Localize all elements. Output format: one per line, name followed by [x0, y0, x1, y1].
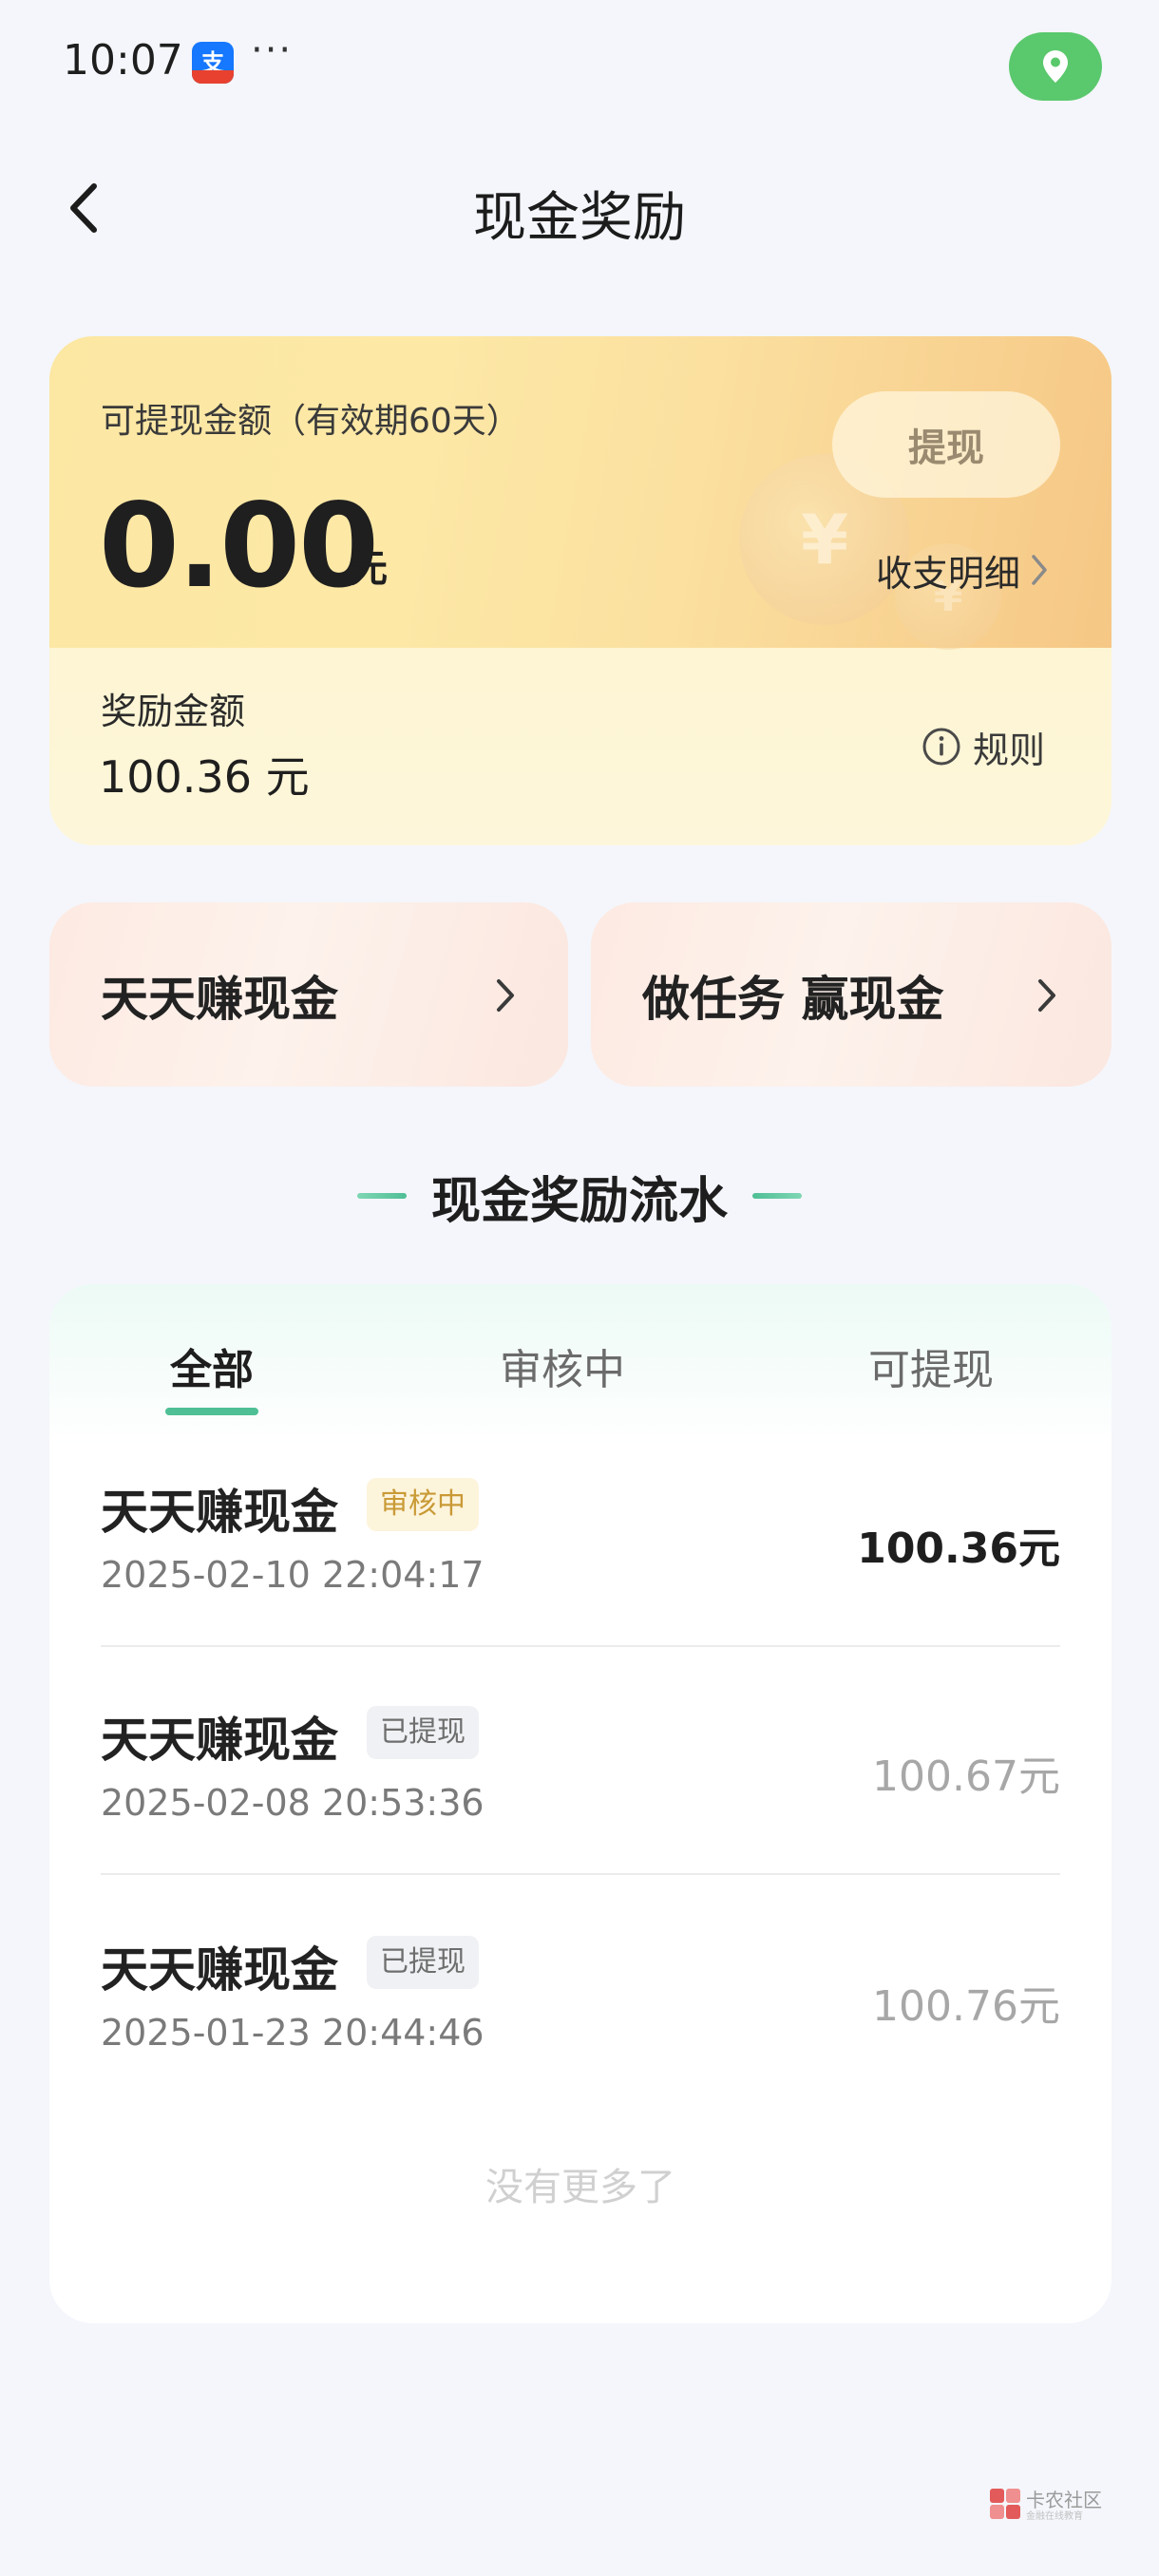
no-more-text: 没有更多了 — [485, 2166, 675, 2209]
amount-unit: 元 — [350, 547, 388, 591]
record-time: 2025-01-23 20:44:46 — [101, 2012, 484, 2054]
watermark-subtext: 金融在线教育 — [1026, 2511, 1083, 2522]
flow-record-row[interactable]: 天天赚现金 已提现 2025-02-08 20:53:36 100.67元 — [101, 1702, 1060, 1930]
record-amount: 100.36元 — [857, 1525, 1060, 1573]
detail-link-label: 收支明细 — [876, 552, 1021, 595]
status-badge: 已提现 — [367, 1706, 479, 1759]
income-expense-detail-link[interactable]: 收支明细 — [876, 541, 1049, 598]
location-pin-icon[interactable] — [1009, 32, 1102, 101]
record-amount: 100.67元 — [872, 1752, 1060, 1801]
chevron-right-icon — [1028, 969, 1066, 1022]
chevron-right-icon — [1032, 555, 1047, 585]
flow-record-row[interactable]: 天天赚现金 审核中 2025-02-10 22:04:17 100.36元 — [101, 1474, 1060, 1702]
flow-record-row[interactable]: 天天赚现金 已提现 2025-01-23 20:44:46 100.76元 — [101, 1932, 1060, 2160]
reward-amount-label: 奖励金额 — [101, 691, 246, 732]
entry-label: 天天赚现金 — [101, 972, 338, 1027]
info-icon — [922, 728, 960, 766]
withdraw-button[interactable]: 提现 — [832, 391, 1060, 498]
row-divider — [101, 1873, 1060, 1875]
section-title: 现金奖励流水 — [430, 1172, 728, 1230]
status-time: 10:07 — [63, 36, 183, 85]
status-badge: 已提现 — [367, 1936, 479, 1989]
entry-label: 做任务 赢现金 — [642, 972, 944, 1027]
heading-decoration-line — [752, 1193, 802, 1199]
withdrawable-label: 可提现金额（有效期60天） — [101, 402, 521, 441]
watermark: 卡农社区 金融在线教育 — [988, 2485, 1112, 2532]
page-title: 现金奖励 — [473, 187, 686, 249]
header: 现金奖励 — [0, 161, 1159, 256]
tab-all[interactable]: 全部 — [154, 1335, 270, 1411]
record-title: 天天赚现金 — [101, 1942, 338, 1998]
rules-link[interactable]: 规则 — [922, 718, 1045, 775]
tab-under-review[interactable]: 审核中 — [477, 1335, 648, 1411]
alipay-icon: 支 — [192, 42, 234, 84]
flow-section-heading: 现金奖励流水 — [0, 1163, 1159, 1230]
balance-card: ¥ ¥ 可提现金额（有效期60天） 0.00 元 提现 收支明细 奖励金额 10… — [49, 336, 1112, 845]
record-title: 天天赚现金 — [101, 1713, 338, 1768]
active-tab-indicator — [165, 1408, 258, 1415]
chevron-right-icon — [486, 969, 524, 1022]
record-amount: 100.76元 — [872, 1982, 1060, 2031]
watermark-logo-icon — [990, 2489, 1020, 2519]
status-more-indicator: ··· — [251, 28, 294, 72]
row-divider — [101, 1645, 1060, 1647]
heading-decoration-line — [356, 1193, 407, 1199]
rules-link-label: 规则 — [973, 729, 1046, 771]
status-bar: 10:07 支 ··· — [0, 0, 1159, 123]
record-time: 2025-02-08 20:53:36 — [101, 1782, 484, 1824]
record-title: 天天赚现金 — [101, 1485, 338, 1540]
daily-cash-entry-card[interactable]: 天天赚现金 — [49, 902, 568, 1087]
record-time: 2025-02-10 22:04:17 — [101, 1554, 484, 1596]
reward-amount: 100.36 元 — [99, 751, 310, 803]
flow-list-card: 全部 审核中 可提现 天天赚现金 审核中 2025-02-10 22:04:17… — [49, 1284, 1112, 2323]
withdrawable-amount: 0.00 — [99, 479, 379, 614]
tab-withdrawable[interactable]: 可提现 — [846, 1335, 1016, 1411]
task-cash-entry-card[interactable]: 做任务 赢现金 — [591, 902, 1112, 1087]
status-badge: 审核中 — [367, 1478, 479, 1531]
